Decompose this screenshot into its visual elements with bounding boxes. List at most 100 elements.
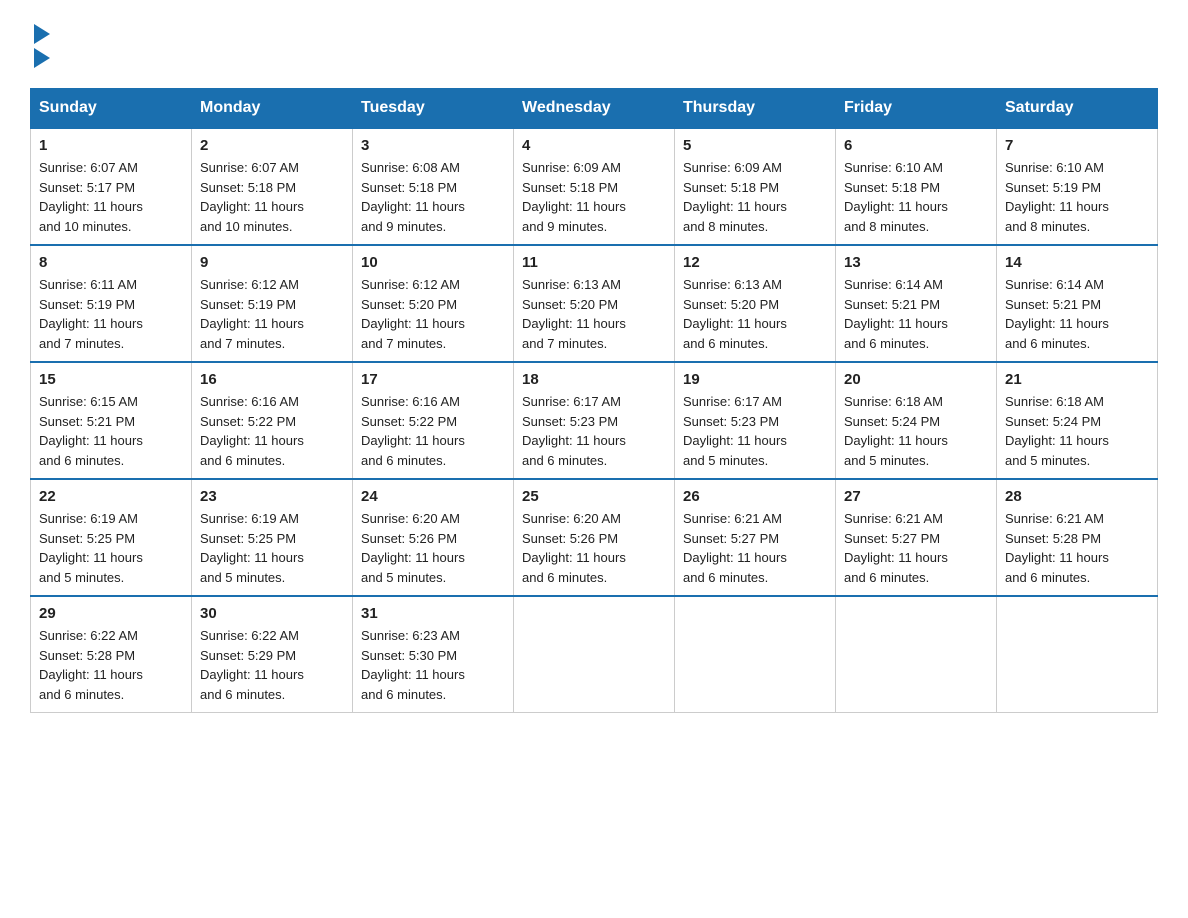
calendar-day-cell: 23 Sunrise: 6:19 AM Sunset: 5:25 PM Dayl… — [192, 479, 353, 596]
day-number: 18 — [522, 371, 666, 388]
day-number: 13 — [844, 254, 988, 271]
day-number: 9 — [200, 254, 344, 271]
day-info: Sunrise: 6:13 AM Sunset: 5:20 PM Dayligh… — [522, 275, 666, 353]
weekday-header-monday: Monday — [192, 89, 353, 129]
calendar-day-cell — [836, 596, 997, 713]
day-number: 31 — [361, 605, 505, 622]
weekday-header-sunday: Sunday — [31, 89, 192, 129]
calendar-day-cell — [997, 596, 1158, 713]
day-number: 3 — [361, 137, 505, 154]
calendar-day-cell: 30 Sunrise: 6:22 AM Sunset: 5:29 PM Dayl… — [192, 596, 353, 713]
day-info: Sunrise: 6:23 AM Sunset: 5:30 PM Dayligh… — [361, 626, 505, 704]
day-number: 27 — [844, 488, 988, 505]
day-info: Sunrise: 6:14 AM Sunset: 5:21 PM Dayligh… — [844, 275, 988, 353]
day-number: 11 — [522, 254, 666, 271]
calendar-header-row: SundayMondayTuesdayWednesdayThursdayFrid… — [31, 89, 1158, 129]
calendar-week-row: 8 Sunrise: 6:11 AM Sunset: 5:19 PM Dayli… — [31, 245, 1158, 362]
day-info: Sunrise: 6:17 AM Sunset: 5:23 PM Dayligh… — [683, 392, 827, 470]
calendar-day-cell: 22 Sunrise: 6:19 AM Sunset: 5:25 PM Dayl… — [31, 479, 192, 596]
calendar-day-cell: 24 Sunrise: 6:20 AM Sunset: 5:26 PM Dayl… — [353, 479, 514, 596]
day-number: 29 — [39, 605, 183, 622]
calendar-day-cell: 15 Sunrise: 6:15 AM Sunset: 5:21 PM Dayl… — [31, 362, 192, 479]
day-info: Sunrise: 6:09 AM Sunset: 5:18 PM Dayligh… — [522, 158, 666, 236]
day-number: 16 — [200, 371, 344, 388]
calendar-day-cell: 31 Sunrise: 6:23 AM Sunset: 5:30 PM Dayl… — [353, 596, 514, 713]
logo-arrow-icon2 — [34, 48, 50, 68]
day-info: Sunrise: 6:16 AM Sunset: 5:22 PM Dayligh… — [361, 392, 505, 470]
day-info: Sunrise: 6:07 AM Sunset: 5:18 PM Dayligh… — [200, 158, 344, 236]
day-number: 8 — [39, 254, 183, 271]
calendar-day-cell: 1 Sunrise: 6:07 AM Sunset: 5:17 PM Dayli… — [31, 128, 192, 245]
calendar-day-cell: 9 Sunrise: 6:12 AM Sunset: 5:19 PM Dayli… — [192, 245, 353, 362]
calendar-day-cell: 5 Sunrise: 6:09 AM Sunset: 5:18 PM Dayli… — [675, 128, 836, 245]
day-info: Sunrise: 6:13 AM Sunset: 5:20 PM Dayligh… — [683, 275, 827, 353]
calendar-day-cell — [514, 596, 675, 713]
calendar-day-cell: 6 Sunrise: 6:10 AM Sunset: 5:18 PM Dayli… — [836, 128, 997, 245]
day-number: 1 — [39, 137, 183, 154]
calendar-day-cell: 13 Sunrise: 6:14 AM Sunset: 5:21 PM Dayl… — [836, 245, 997, 362]
day-info: Sunrise: 6:20 AM Sunset: 5:26 PM Dayligh… — [361, 509, 505, 587]
page-header — [30, 20, 1158, 68]
day-number: 4 — [522, 137, 666, 154]
day-info: Sunrise: 6:22 AM Sunset: 5:28 PM Dayligh… — [39, 626, 183, 704]
day-info: Sunrise: 6:12 AM Sunset: 5:19 PM Dayligh… — [200, 275, 344, 353]
logo-arrow-icon — [34, 24, 50, 44]
day-info: Sunrise: 6:14 AM Sunset: 5:21 PM Dayligh… — [1005, 275, 1149, 353]
calendar-week-row: 29 Sunrise: 6:22 AM Sunset: 5:28 PM Dayl… — [31, 596, 1158, 713]
day-number: 12 — [683, 254, 827, 271]
day-info: Sunrise: 6:21 AM Sunset: 5:27 PM Dayligh… — [844, 509, 988, 587]
day-info: Sunrise: 6:21 AM Sunset: 5:28 PM Dayligh… — [1005, 509, 1149, 587]
weekday-header-saturday: Saturday — [997, 89, 1158, 129]
day-info: Sunrise: 6:07 AM Sunset: 5:17 PM Dayligh… — [39, 158, 183, 236]
day-number: 15 — [39, 371, 183, 388]
calendar-day-cell: 14 Sunrise: 6:14 AM Sunset: 5:21 PM Dayl… — [997, 245, 1158, 362]
weekday-header-friday: Friday — [836, 89, 997, 129]
day-number: 7 — [1005, 137, 1149, 154]
calendar-day-cell: 7 Sunrise: 6:10 AM Sunset: 5:19 PM Dayli… — [997, 128, 1158, 245]
day-info: Sunrise: 6:22 AM Sunset: 5:29 PM Dayligh… — [200, 626, 344, 704]
calendar-day-cell: 4 Sunrise: 6:09 AM Sunset: 5:18 PM Dayli… — [514, 128, 675, 245]
day-number: 22 — [39, 488, 183, 505]
day-info: Sunrise: 6:18 AM Sunset: 5:24 PM Dayligh… — [1005, 392, 1149, 470]
day-number: 23 — [200, 488, 344, 505]
day-number: 14 — [1005, 254, 1149, 271]
day-info: Sunrise: 6:09 AM Sunset: 5:18 PM Dayligh… — [683, 158, 827, 236]
calendar-table: SundayMondayTuesdayWednesdayThursdayFrid… — [30, 88, 1158, 713]
day-number: 17 — [361, 371, 505, 388]
calendar-day-cell: 21 Sunrise: 6:18 AM Sunset: 5:24 PM Dayl… — [997, 362, 1158, 479]
calendar-day-cell: 2 Sunrise: 6:07 AM Sunset: 5:18 PM Dayli… — [192, 128, 353, 245]
calendar-day-cell: 29 Sunrise: 6:22 AM Sunset: 5:28 PM Dayl… — [31, 596, 192, 713]
calendar-week-row: 22 Sunrise: 6:19 AM Sunset: 5:25 PM Dayl… — [31, 479, 1158, 596]
logo — [30, 20, 54, 68]
calendar-day-cell: 8 Sunrise: 6:11 AM Sunset: 5:19 PM Dayli… — [31, 245, 192, 362]
day-number: 25 — [522, 488, 666, 505]
day-number: 2 — [200, 137, 344, 154]
calendar-day-cell: 3 Sunrise: 6:08 AM Sunset: 5:18 PM Dayli… — [353, 128, 514, 245]
day-info: Sunrise: 6:19 AM Sunset: 5:25 PM Dayligh… — [200, 509, 344, 587]
calendar-day-cell: 16 Sunrise: 6:16 AM Sunset: 5:22 PM Dayl… — [192, 362, 353, 479]
calendar-week-row: 15 Sunrise: 6:15 AM Sunset: 5:21 PM Dayl… — [31, 362, 1158, 479]
calendar-day-cell: 28 Sunrise: 6:21 AM Sunset: 5:28 PM Dayl… — [997, 479, 1158, 596]
day-number: 6 — [844, 137, 988, 154]
weekday-header-wednesday: Wednesday — [514, 89, 675, 129]
calendar-day-cell: 10 Sunrise: 6:12 AM Sunset: 5:20 PM Dayl… — [353, 245, 514, 362]
day-info: Sunrise: 6:20 AM Sunset: 5:26 PM Dayligh… — [522, 509, 666, 587]
calendar-day-cell: 11 Sunrise: 6:13 AM Sunset: 5:20 PM Dayl… — [514, 245, 675, 362]
calendar-day-cell: 18 Sunrise: 6:17 AM Sunset: 5:23 PM Dayl… — [514, 362, 675, 479]
day-number: 20 — [844, 371, 988, 388]
day-info: Sunrise: 6:15 AM Sunset: 5:21 PM Dayligh… — [39, 392, 183, 470]
day-info: Sunrise: 6:12 AM Sunset: 5:20 PM Dayligh… — [361, 275, 505, 353]
day-info: Sunrise: 6:17 AM Sunset: 5:23 PM Dayligh… — [522, 392, 666, 470]
calendar-day-cell — [675, 596, 836, 713]
day-number: 30 — [200, 605, 344, 622]
day-info: Sunrise: 6:21 AM Sunset: 5:27 PM Dayligh… — [683, 509, 827, 587]
day-number: 5 — [683, 137, 827, 154]
calendar-day-cell: 25 Sunrise: 6:20 AM Sunset: 5:26 PM Dayl… — [514, 479, 675, 596]
day-info: Sunrise: 6:11 AM Sunset: 5:19 PM Dayligh… — [39, 275, 183, 353]
calendar-day-cell: 27 Sunrise: 6:21 AM Sunset: 5:27 PM Dayl… — [836, 479, 997, 596]
day-number: 24 — [361, 488, 505, 505]
day-info: Sunrise: 6:08 AM Sunset: 5:18 PM Dayligh… — [361, 158, 505, 236]
calendar-day-cell: 17 Sunrise: 6:16 AM Sunset: 5:22 PM Dayl… — [353, 362, 514, 479]
calendar-week-row: 1 Sunrise: 6:07 AM Sunset: 5:17 PM Dayli… — [31, 128, 1158, 245]
calendar-day-cell: 12 Sunrise: 6:13 AM Sunset: 5:20 PM Dayl… — [675, 245, 836, 362]
